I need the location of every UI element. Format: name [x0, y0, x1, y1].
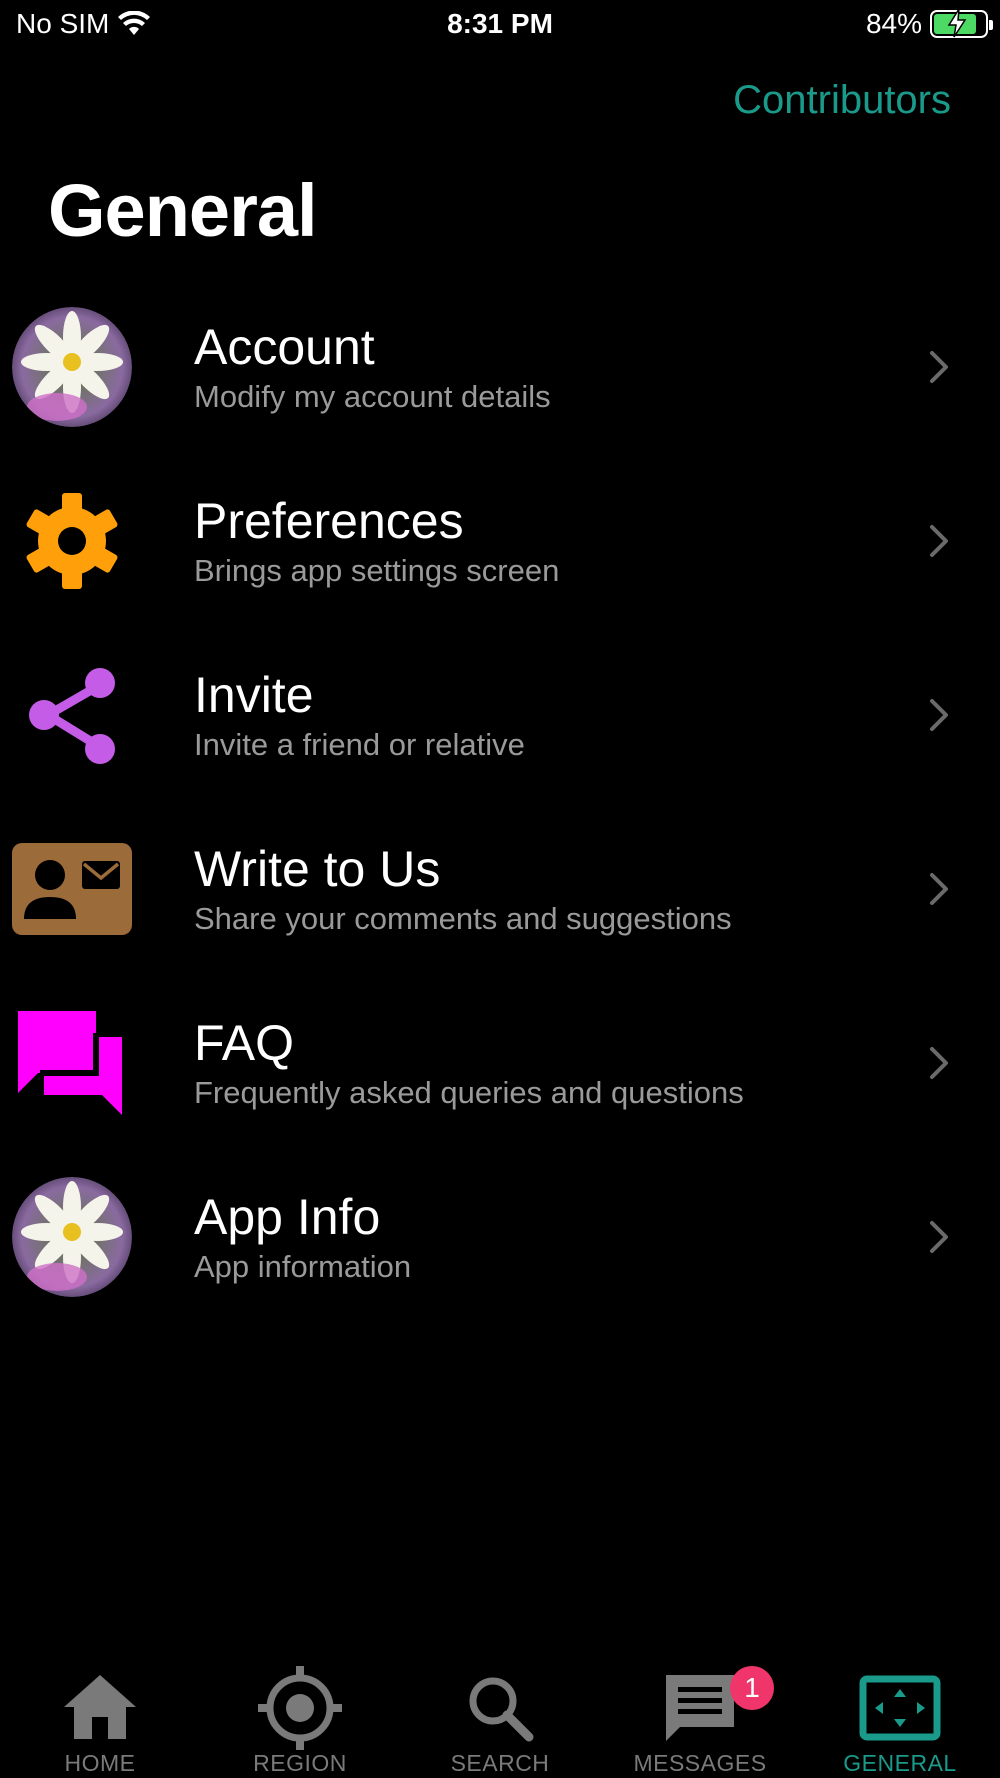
chat-bubbles-icon	[18, 1011, 122, 1115]
tab-messages[interactable]: MESSAGES	[600, 1650, 800, 1778]
tab-general[interactable]: GENERAL	[800, 1650, 1000, 1778]
menu-text: Preferences Brings app settings screen	[194, 491, 559, 591]
menu-text: Write to Us Share your comments and sugg…	[194, 839, 732, 939]
menu-text: FAQ Frequently asked queries and questio…	[194, 1013, 744, 1113]
menu-item-write-to-us[interactable]: Write to Us Share your comments and sugg…	[0, 802, 1000, 976]
menu-item-faq[interactable]: FAQ Frequently asked queries and questio…	[0, 976, 1000, 1150]
menu-title: Preferences	[194, 493, 464, 549]
status-right: 84%	[865, 8, 993, 40]
menu-subtitle: Invite a friend or relative	[194, 727, 525, 762]
menu-text: Invite Invite a friend or relative	[194, 665, 525, 765]
settings-menu: Account Modify my account details Prefer…	[0, 280, 1000, 1324]
home-icon	[58, 1666, 142, 1750]
menu-item-account[interactable]: Account Modify my account details	[0, 280, 1000, 454]
fullscreen-frame-icon	[858, 1666, 942, 1750]
preferences-icon-wrap	[12, 481, 132, 601]
menu-subtitle: Frequently asked queries and questions	[194, 1075, 744, 1110]
tab-home[interactable]: HOME	[0, 1650, 200, 1778]
faq-icon-wrap	[12, 1003, 132, 1123]
menu-title: Account	[194, 319, 375, 375]
flower-avatar-icon	[12, 307, 132, 427]
menu-subtitle: App information	[194, 1249, 412, 1284]
tab-label: GENERAL	[843, 1750, 957, 1776]
tab-bar: HOME REGION SEARCH MESSAGES GENERAL	[0, 1650, 1000, 1778]
tab-label: MESSAGES	[633, 1750, 767, 1776]
menu-subtitle: Modify my account details	[194, 379, 551, 414]
battery-icon	[930, 8, 993, 38]
flower-avatar-icon	[12, 1177, 132, 1297]
share-icon	[29, 668, 115, 764]
battery-percent: 84%	[865, 8, 922, 39]
tab-search[interactable]: SEARCH	[400, 1650, 600, 1778]
menu-title: App Info	[194, 1189, 381, 1245]
battery-cap	[989, 20, 993, 30]
gear-icon	[26, 493, 118, 589]
write-icon-wrap	[12, 829, 132, 949]
location-target-icon	[258, 1666, 342, 1750]
tab-label: SEARCH	[450, 1750, 550, 1776]
app-info-avatar	[12, 1177, 132, 1297]
page-title: General	[48, 169, 318, 252]
status-bar: No SIM 8:31 PM 84%	[0, 0, 1000, 50]
menu-item-app-info[interactable]: App Info App information	[0, 1150, 1000, 1324]
menu-text: Account Modify my account details	[194, 317, 551, 417]
menu-item-preferences[interactable]: Preferences Brings app settings screen	[0, 454, 1000, 628]
menu-item-invite[interactable]: Invite Invite a friend or relative	[0, 628, 1000, 802]
charging-bolt-icon	[947, 8, 967, 38]
tab-label: REGION	[253, 1750, 347, 1776]
menu-title: Write to Us	[194, 841, 441, 897]
account-avatar	[12, 307, 132, 427]
menu-subtitle: Share your comments and suggestions	[194, 901, 732, 936]
chevron-right-icon	[930, 873, 948, 905]
chevron-right-icon	[930, 699, 948, 731]
invite-icon-wrap	[12, 655, 132, 775]
menu-title: Invite	[194, 667, 314, 723]
menu-title: FAQ	[194, 1015, 295, 1071]
menu-text: App Info App information	[194, 1187, 411, 1287]
chevron-right-icon	[930, 1047, 948, 1079]
status-time: 8:31 PM	[447, 8, 553, 39]
messages-badge: 1	[730, 1666, 774, 1710]
chevron-right-icon	[930, 525, 948, 557]
contact-mail-icon	[12, 843, 132, 935]
message-icon	[658, 1666, 742, 1750]
search-icon	[458, 1666, 542, 1750]
tab-label: HOME	[64, 1750, 136, 1776]
chevron-right-icon	[930, 1221, 948, 1253]
tab-region[interactable]: REGION	[200, 1650, 400, 1778]
chevron-right-icon	[930, 351, 948, 383]
menu-subtitle: Brings app settings screen	[194, 553, 560, 588]
contributors-link[interactable]: Contributors	[733, 78, 951, 123]
